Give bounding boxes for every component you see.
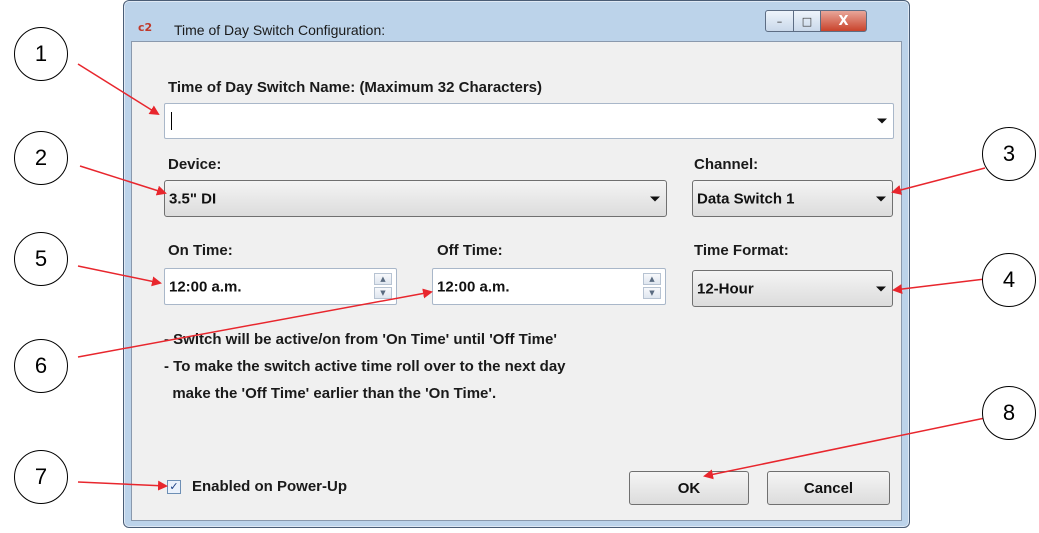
callout-8: 8 — [982, 386, 1036, 440]
callout-2: 2 — [14, 131, 68, 185]
callout-arrow-1 — [77, 63, 160, 116]
callout-5: 5 — [14, 232, 68, 286]
callout-7: 7 — [14, 450, 68, 504]
callout-arrow-3 — [891, 167, 986, 195]
callout-3: 3 — [982, 127, 1036, 181]
callout-arrow-4 — [892, 278, 986, 295]
callout-arrow-5 — [77, 265, 162, 287]
callout-arrow-8 — [703, 417, 986, 480]
callout-arrow-2 — [79, 165, 167, 196]
callout-1: 1 — [14, 27, 68, 81]
callout-6: 6 — [14, 339, 68, 393]
callout-arrow-7 — [77, 480, 168, 491]
callout-arrows — [77, 63, 986, 491]
callout-arrow-6 — [77, 288, 433, 358]
callout-4: 4 — [982, 253, 1036, 307]
